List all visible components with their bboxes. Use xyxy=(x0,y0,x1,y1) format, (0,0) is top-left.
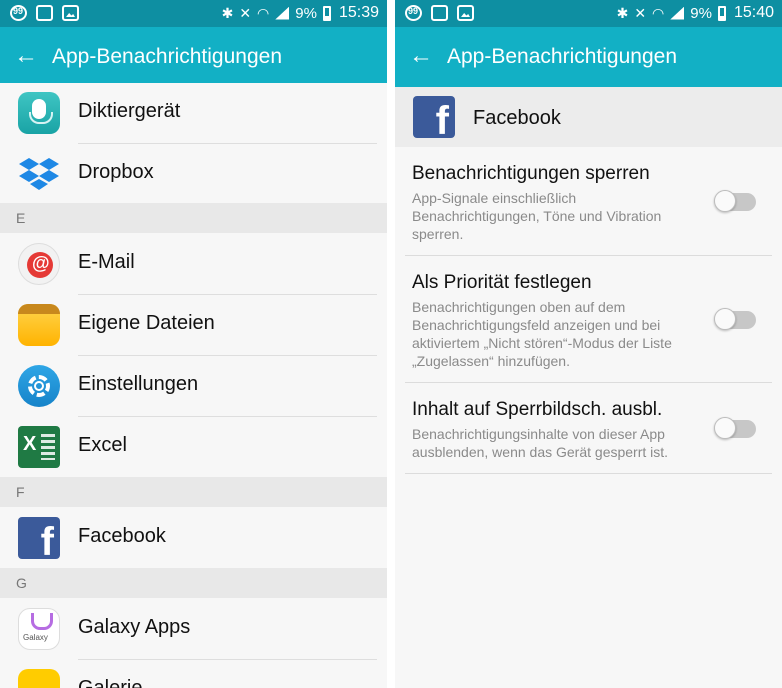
clock: 15:40 xyxy=(733,4,774,21)
mute-icon: ✕ xyxy=(239,5,252,21)
signal-icon xyxy=(670,6,685,20)
section-header-e: E xyxy=(0,203,387,233)
excel-icon xyxy=(18,426,60,468)
clock: 15:39 xyxy=(338,4,379,21)
battery-icon xyxy=(717,5,726,21)
email-icon xyxy=(18,243,60,285)
setting-title: Benachrichtigungen sperren xyxy=(412,163,650,184)
bluetooth-icon: ✱ xyxy=(221,5,234,21)
status-bar: ✱ ✕ ◠ 9% 15:39 xyxy=(0,0,387,27)
list-item-label: Facebook xyxy=(78,525,166,547)
facebook-icon xyxy=(413,96,455,144)
battery-percentage: 9% xyxy=(690,4,712,22)
list-item-excel[interactable]: Excel xyxy=(0,417,387,478)
image-notification-icon xyxy=(457,5,474,21)
list-item-label: Galaxy Apps xyxy=(78,616,191,638)
setting-hide-on-lockscreen[interactable]: Inhalt auf Sperrbildsch. ausbl. Benachri… xyxy=(405,383,772,474)
list-item-label: E-Mail xyxy=(78,251,135,273)
hangouts-notification-icon xyxy=(10,5,27,21)
setting-description: App-Signale einschließlich Benachrichtig… xyxy=(412,190,662,242)
battery-percentage: 9% xyxy=(295,4,317,22)
section-letter: F xyxy=(16,484,25,500)
app-header: Facebook xyxy=(395,87,782,147)
battery-icon xyxy=(322,5,331,21)
block-notifications-toggle[interactable] xyxy=(714,190,756,212)
image-notification-icon xyxy=(62,5,79,21)
list-item-eigene-dateien[interactable]: Eigene Dateien xyxy=(0,295,387,356)
hangouts-notification-icon xyxy=(405,5,422,21)
list-item-label: Diktiergerät xyxy=(78,100,181,122)
gallery-icon xyxy=(18,669,60,688)
message-notification-icon xyxy=(431,5,448,21)
list-item-diktiergeraet[interactable]: Diktiergerät xyxy=(0,83,387,144)
setting-description: Benachrichtigungsinhalte von dieser App … xyxy=(412,426,669,460)
back-arrow-icon[interactable]: ← xyxy=(409,42,435,70)
app-name: Facebook xyxy=(473,107,561,129)
list-item-facebook[interactable]: Facebook xyxy=(0,508,387,569)
section-letter: G xyxy=(16,575,27,591)
section-letter: E xyxy=(16,210,26,226)
dropbox-icon xyxy=(19,158,59,190)
signal-icon xyxy=(275,6,290,20)
mute-icon: ✕ xyxy=(634,5,647,21)
list-item-galaxy-apps[interactable]: Galaxy Apps xyxy=(0,599,387,660)
voice-recorder-icon xyxy=(18,92,60,134)
status-bar: ✱ ✕ ◠ 9% 15:40 xyxy=(395,0,782,27)
list-item-galerie[interactable]: Galerie xyxy=(0,660,387,688)
setting-description: Benachrichtigungen oben auf dem Benachri… xyxy=(412,299,672,369)
list-item-e-mail[interactable]: E-Mail xyxy=(0,234,387,295)
list-item-label: Eigene Dateien xyxy=(78,312,215,334)
screenshot-comparison: ✱ ✕ ◠ 9% 15:39 ← App-Benachrichtigungen … xyxy=(0,0,782,688)
page-title: App-Benachrichtigungen xyxy=(52,45,282,68)
setting-title: Inhalt auf Sperrbildsch. ausbl. xyxy=(412,399,663,420)
app-bar: ← App-Benachrichtigungen xyxy=(395,27,782,87)
setting-set-as-priority[interactable]: Als Priorität festlegen Benachrichtigung… xyxy=(405,256,772,383)
galaxy-apps-icon xyxy=(18,608,60,650)
app-list-screen: ✱ ✕ ◠ 9% 15:39 ← App-Benachrichtigungen … xyxy=(0,0,387,688)
list-item-label: Excel xyxy=(78,434,127,456)
folder-icon xyxy=(18,304,60,346)
section-header-g: G xyxy=(0,568,387,598)
setting-block-notifications[interactable]: Benachrichtigungen sperren App-Signale e… xyxy=(405,147,772,256)
app-bar: ← App-Benachrichtigungen xyxy=(0,27,387,87)
facebook-notification-settings-screen: ✱ ✕ ◠ 9% 15:40 ← App-Benachrichtigungen … xyxy=(395,0,782,688)
priority-toggle[interactable] xyxy=(714,308,756,330)
message-notification-icon xyxy=(36,5,53,21)
hide-content-toggle[interactable] xyxy=(714,417,756,439)
wifi-icon: ◠ xyxy=(257,5,270,21)
facebook-icon xyxy=(18,517,60,565)
wifi-icon: ◠ xyxy=(652,5,665,21)
list-item-label: Einstellungen xyxy=(78,373,199,395)
list-item-einstellungen[interactable]: Einstellungen xyxy=(0,356,387,417)
back-arrow-icon[interactable]: ← xyxy=(14,42,40,70)
section-header-f: F xyxy=(0,477,387,507)
setting-title: Als Priorität festlegen xyxy=(412,272,592,293)
page-title: App-Benachrichtigungen xyxy=(447,45,677,68)
settings-gear-icon xyxy=(18,365,60,407)
list-item-label: Galerie xyxy=(78,677,143,688)
bluetooth-icon: ✱ xyxy=(616,5,629,21)
list-item-label: Dropbox xyxy=(78,161,154,183)
list-item-dropbox[interactable]: Dropbox xyxy=(0,144,387,205)
